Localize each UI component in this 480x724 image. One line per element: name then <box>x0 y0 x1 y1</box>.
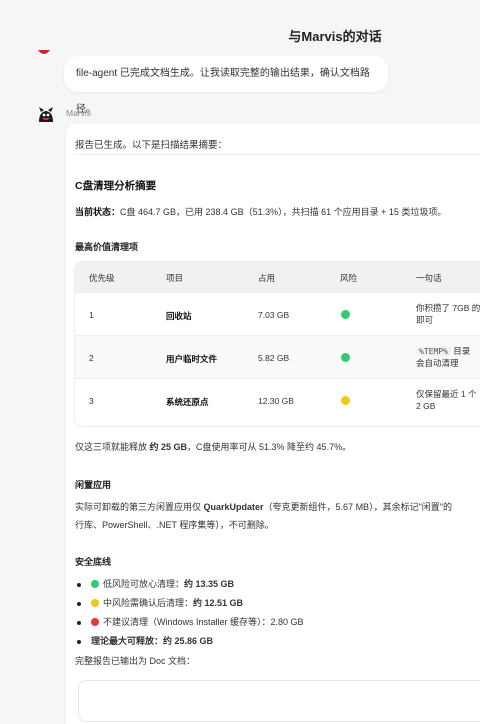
response-intro: 报告已生成。以下是扫描结果摘要： <box>75 140 228 151</box>
row-size: 7.03 GB <box>258 310 290 320</box>
summary-bold: 约 25 GB <box>149 442 188 452</box>
row-size: 5.82 GB <box>258 353 290 363</box>
risk-green-icon <box>341 310 350 319</box>
idle-apps-heading: 闲置应用 <box>75 480 112 490</box>
row-summary-line2: 即可 <box>416 315 434 325</box>
green-dot-icon <box>91 580 99 588</box>
report-title: C盘清理分析摘要 <box>75 180 157 192</box>
bullet-label: 理论最大可释放： <box>91 636 164 646</box>
conversation-title: 与Marvis的对话 <box>288 29 382 44</box>
agent-avatar-icon <box>38 50 50 54</box>
output-note: 完整报告已输出为 Doc 文档： <box>75 656 196 666</box>
table-header: 优先级 项目 占用 风险 一句话 <box>75 262 480 292</box>
marvis-avatar-icon <box>39 107 53 122</box>
list-item: 不建议清理（Windows Installer 缓存等）：2.80 GB <box>75 613 304 632</box>
list-item: 中风险需确认后清理：约 12.51 GB <box>75 594 304 613</box>
bullet-label: 中风险需确认后清理： <box>103 598 194 608</box>
idle-pre: 实际可卸载的第三方闲置应用仅 <box>75 502 204 512</box>
cleanup-table: 优先级 项目 占用 风险 一句话 1 回收站 7.03 GB 你积攒了 7GB … <box>75 262 480 426</box>
list-item: 理论最大可释放：约 25.86 GB <box>75 632 304 651</box>
col-priority: 优先级 <box>89 273 115 283</box>
yellow-dot-icon <box>91 599 99 607</box>
row-summary-text: 目录 <box>450 346 471 356</box>
temp-code: %TEMP% <box>416 347 451 356</box>
summary-pre: 仅这三项就能释放 <box>75 442 150 452</box>
table-row: 2 用户临时文件 5.82 GB %TEMP% 目录 会自动清理 <box>75 335 480 379</box>
list-item: 低风险可放心清理：约 13.35 GB <box>75 575 304 594</box>
table-row: 3 系统还原点 12.30 GB 仅保留最近 1 个 2 GB <box>75 378 480 422</box>
status-text: C盘 464.7 GB，已用 238.4 GB（51.3%），共扫描 61 个应… <box>120 207 447 217</box>
row-priority: 3 <box>89 396 94 406</box>
doc-attachment-card[interactable] <box>78 680 480 722</box>
risk-yellow-icon <box>341 396 350 405</box>
row-priority: 2 <box>89 353 94 363</box>
col-summary: 一句话 <box>416 273 442 283</box>
summary-post: ，C盘使用率可从 51.3% 降至约 45.7%。 <box>187 442 352 452</box>
risk-green-icon <box>341 353 350 362</box>
row-item: 系统还原点 <box>166 397 209 407</box>
col-risk: 风险 <box>340 273 358 283</box>
col-size: 占用 <box>258 273 276 283</box>
row-summary-line1: 仅保留最近 1 个 <box>416 389 477 399</box>
safety-list: 低风险可放心清理：约 13.35 GB 中风险需确认后清理：约 12.51 GB… <box>75 575 304 651</box>
table-row: 1 回收站 7.03 GB 你积攒了 7GB 的 即可 <box>75 292 480 336</box>
bullet-label: 低风险可放心清理： <box>103 579 185 589</box>
row-summary-line2: 会自动清理 <box>416 358 459 368</box>
red-dot-icon <box>91 618 99 626</box>
col-item: 项目 <box>166 273 184 283</box>
summary-line: 仅这三项就能释放 约 25 GB，C盘使用率可从 51.3% 降至约 45.7%… <box>75 438 351 457</box>
bullet-value: 约 12.51 GB <box>193 598 244 608</box>
agent-message-bubble: file-agent 已完成文档生成。让我读取完整的输出结果，确认文档路径。 <box>64 56 388 115</box>
idle-bold: QuarkUpdater <box>203 502 264 512</box>
sender-name: Marvis <box>66 108 92 118</box>
divider <box>75 154 480 155</box>
row-item: 用户临时文件 <box>166 354 218 364</box>
safety-heading: 安全底线 <box>75 557 112 567</box>
status-label: 当前状态： <box>75 207 121 217</box>
idle-post: （夸克更新组件，5.67 MB），其余标记"闲置"的 <box>263 502 452 512</box>
status-line: 当前状态：C盘 464.7 GB，已用 238.4 GB（51.3%），共扫描 … <box>75 205 446 218</box>
row-summary-line2: 2 GB <box>416 401 436 411</box>
row-item: 回收站 <box>166 311 192 321</box>
bullet-value: 约 25.86 GB <box>163 636 214 646</box>
idle-line1: 实际可卸载的第三方闲置应用仅 QuarkUpdater（夸克更新组件，5.67 … <box>75 498 452 517</box>
bullet-label: 不建议清理（Windows Installer 缓存等）：2.80 GB <box>103 617 304 627</box>
idle-line2: 行库、PowerShell、.NET 程序集等），不可删除。 <box>75 520 274 530</box>
row-priority: 1 <box>89 310 94 320</box>
row-summary-line1: 你积攒了 7GB 的 <box>416 303 480 313</box>
row-size: 12.30 GB <box>258 396 294 406</box>
bullet-value: 约 13.35 GB <box>184 579 235 589</box>
top-items-heading: 最高价值清理项 <box>75 242 139 252</box>
